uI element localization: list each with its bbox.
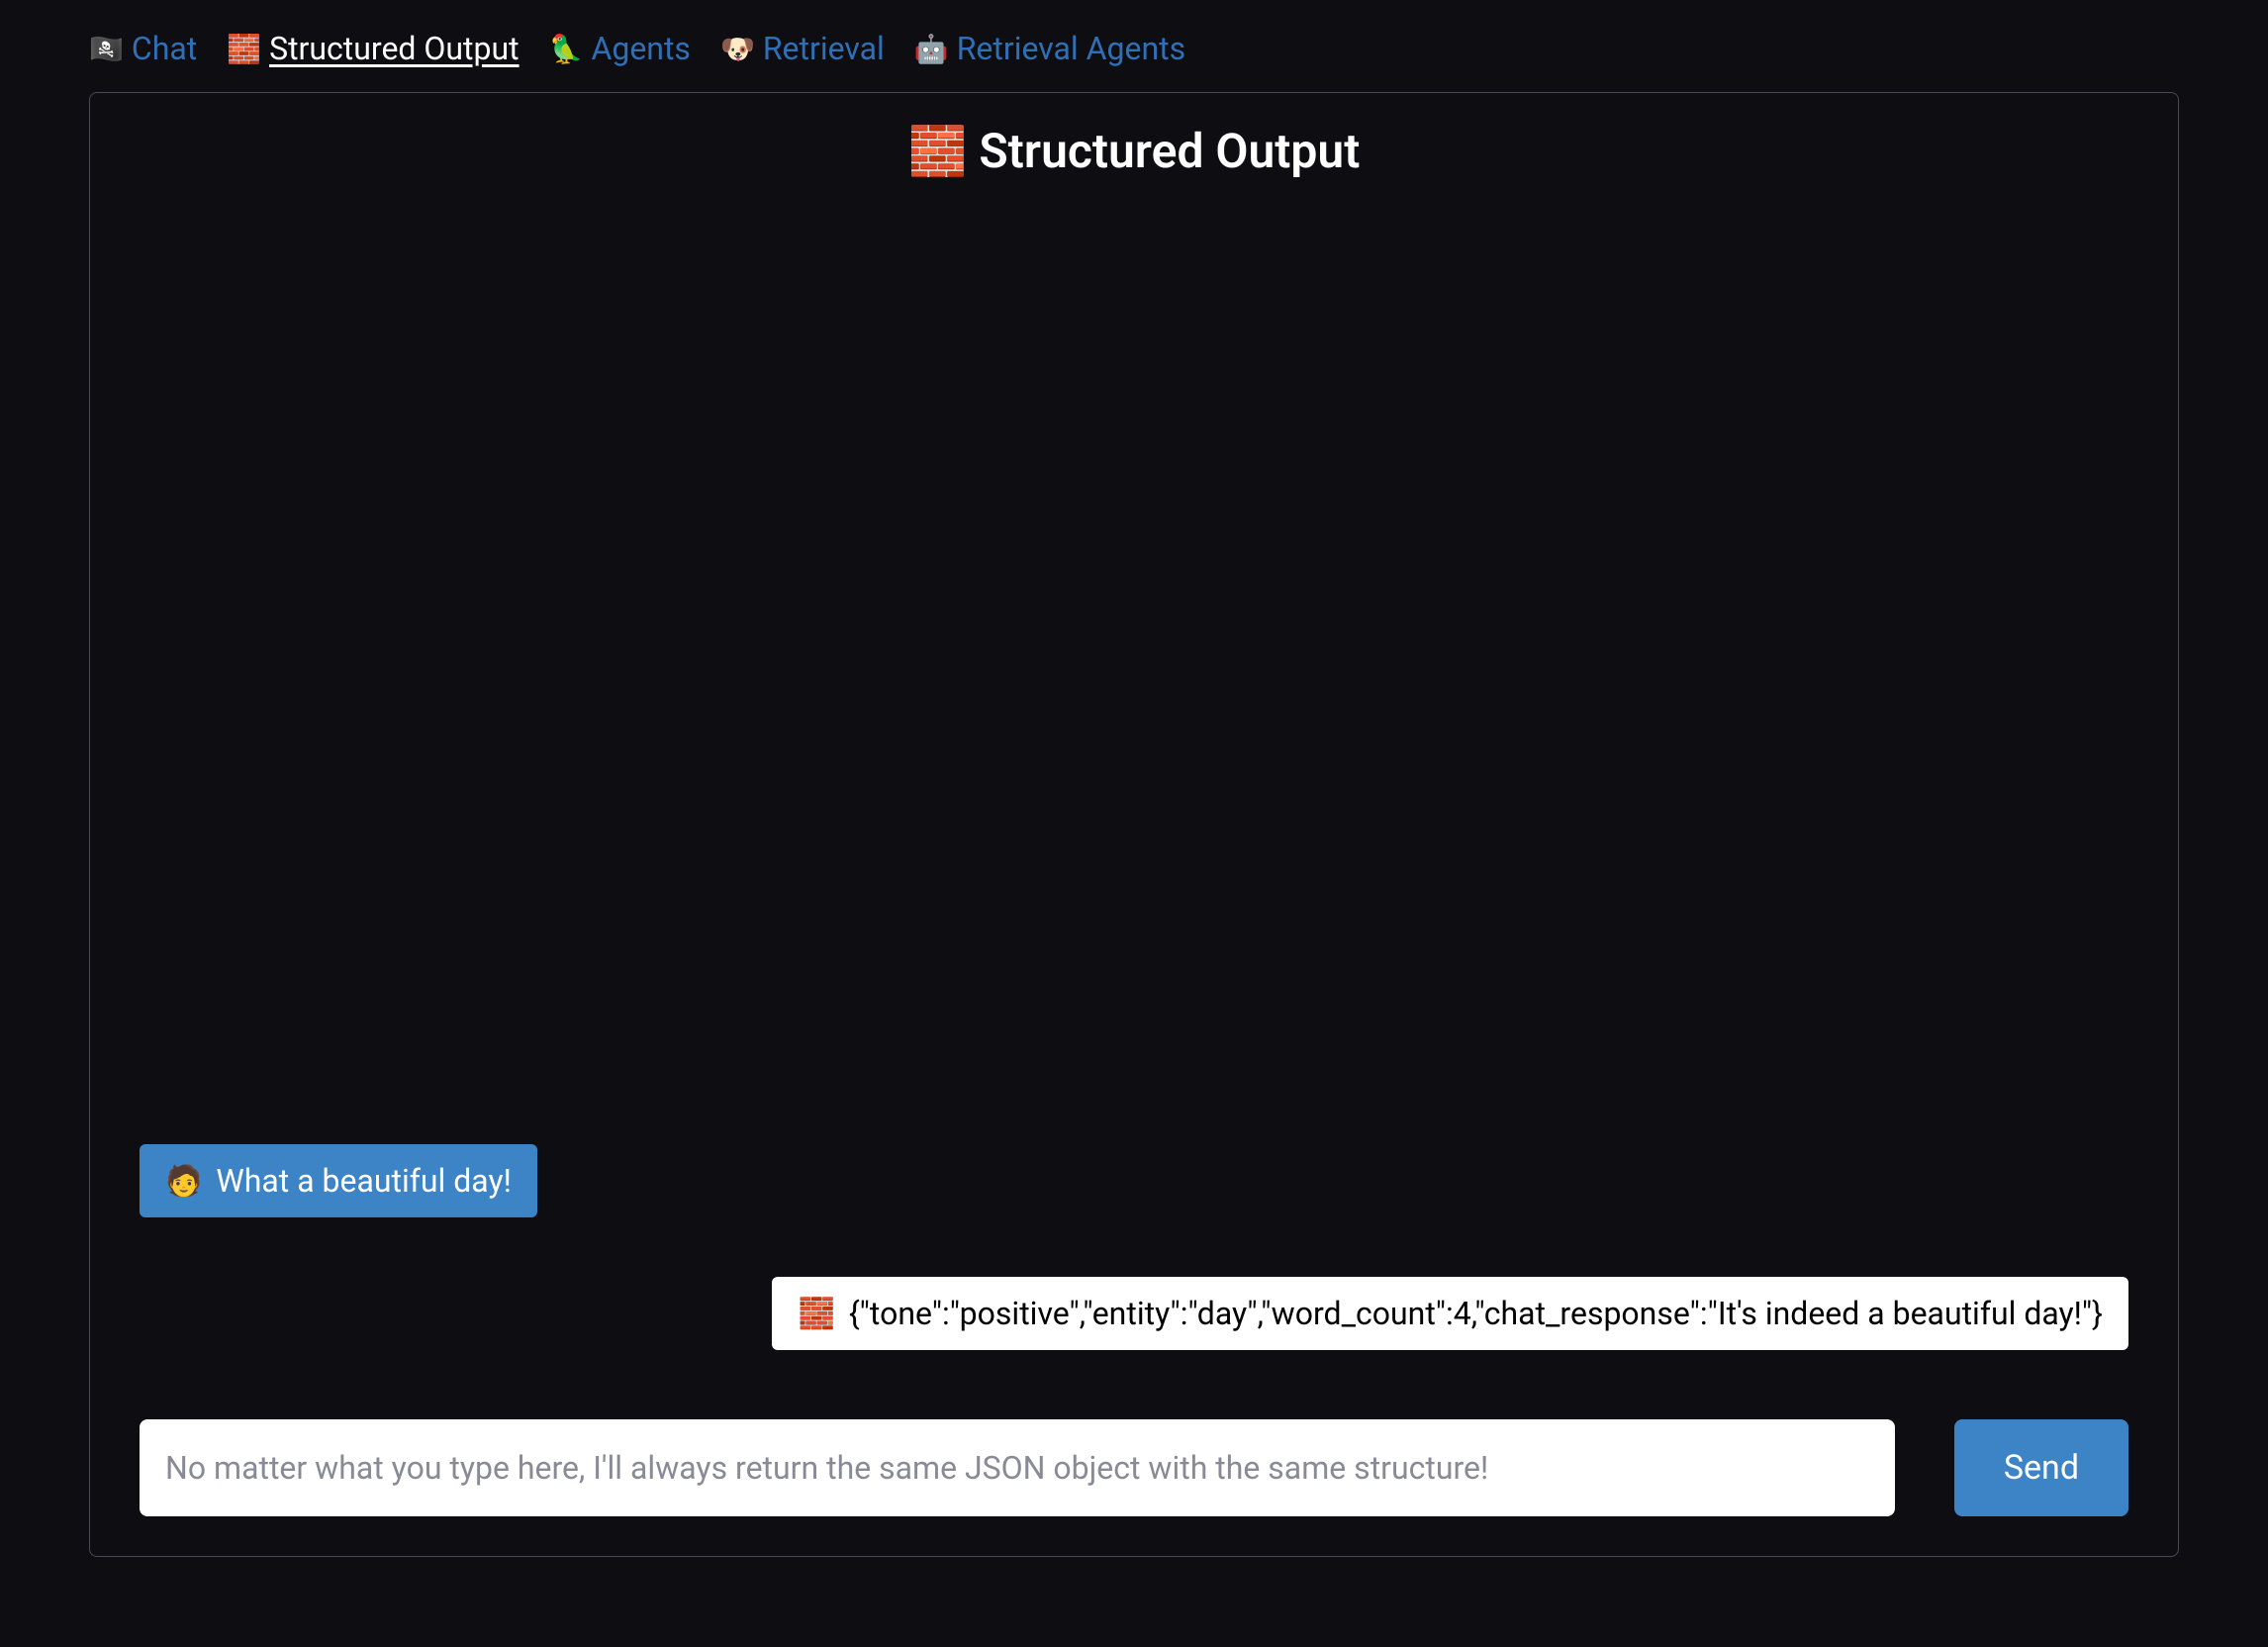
assistant-message-text: {"tone":"positive","entity":"day","word_…	[849, 1295, 2103, 1332]
parrot-icon: 🦜	[549, 33, 584, 65]
main-panel: 🧱 Structured Output 🧑 What a beautiful d…	[89, 92, 2179, 1557]
robot-icon: 🤖	[914, 33, 949, 65]
nav-label: Retrieval	[763, 30, 885, 67]
nav-label: Structured Output	[269, 30, 520, 67]
nav-label: Retrieval Agents	[957, 30, 1185, 67]
assistant-message-bubble: 🧱 {"tone":"positive","entity":"day","wor…	[772, 1277, 2128, 1350]
chat-input[interactable]	[140, 1419, 1895, 1516]
user-message-text: What a beautiful day!	[216, 1162, 512, 1200]
dog-icon: 🐶	[720, 33, 755, 65]
pirate-flag-icon: 🏴‍☠️	[89, 33, 124, 65]
chat-area: 🧑 What a beautiful day! 🧱 {"tone":"posit…	[140, 199, 2128, 1419]
nav-label: Chat	[132, 30, 197, 67]
nav-item-structured-output[interactable]: 🧱 Structured Output	[227, 30, 519, 67]
send-button[interactable]: Send	[1954, 1419, 2128, 1516]
input-row: Send	[140, 1419, 2128, 1516]
nav-item-retrieval[interactable]: 🐶 Retrieval	[720, 30, 885, 67]
user-message-bubble: 🧑 What a beautiful day!	[140, 1144, 537, 1217]
brick-icon: 🧱	[227, 33, 261, 65]
page-title: 🧱 Structured Output	[140, 123, 2128, 179]
nav-item-agents[interactable]: 🦜 Agents	[549, 30, 691, 67]
message-row-assistant: 🧱 {"tone":"positive","entity":"day","wor…	[140, 1277, 2128, 1350]
nav-label: Agents	[591, 30, 690, 67]
nav-item-chat[interactable]: 🏴‍☠️ Chat	[89, 30, 197, 67]
nav-item-retrieval-agents[interactable]: 🤖 Retrieval Agents	[914, 30, 1185, 67]
top-nav: 🏴‍☠️ Chat 🧱 Structured Output 🦜 Agents 🐶…	[89, 30, 2179, 67]
brick-icon: 🧱	[798, 1297, 834, 1331]
message-row-user: 🧑 What a beautiful day!	[140, 1144, 2128, 1217]
person-icon: 🧑	[165, 1164, 202, 1199]
